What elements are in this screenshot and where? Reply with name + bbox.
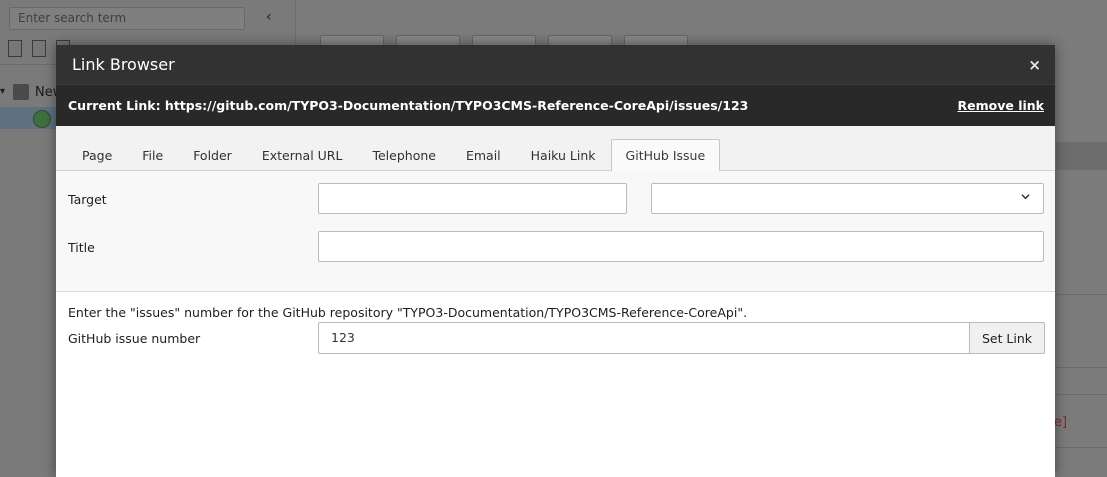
tab-page[interactable]: Page bbox=[67, 139, 127, 170]
github-help-text: Enter the "issues" number for the GitHub… bbox=[68, 305, 748, 320]
github-issue-input[interactable]: 123 bbox=[318, 322, 970, 354]
tab-bar: Page File Folder External URL Telephone … bbox=[56, 126, 1055, 171]
tab-folder[interactable]: Folder bbox=[178, 139, 247, 170]
tab-haiku-link[interactable]: Haiku Link bbox=[516, 139, 611, 170]
modal-title: Link Browser bbox=[72, 55, 175, 74]
remove-link-button[interactable]: Remove link bbox=[958, 98, 1044, 113]
modal-header: Link Browser × bbox=[56, 45, 1055, 84]
divider bbox=[1056, 367, 1107, 368]
tab-email[interactable]: Email bbox=[451, 139, 516, 170]
current-link-bar: Current Link: https://gitub.com/TYPO3-Do… bbox=[56, 84, 1055, 126]
typo3-logo-icon bbox=[13, 84, 29, 100]
tab-list: Page File Folder External URL Telephone … bbox=[67, 139, 721, 171]
globe-icon bbox=[33, 110, 51, 128]
divider bbox=[1056, 394, 1107, 395]
target-label: Target bbox=[68, 192, 107, 207]
title-input[interactable] bbox=[318, 231, 1044, 262]
tab-file[interactable]: File bbox=[127, 139, 178, 170]
close-icon[interactable]: × bbox=[1028, 56, 1041, 74]
tree-search-input[interactable]: Enter search term bbox=[9, 7, 245, 30]
divider bbox=[1056, 294, 1107, 295]
tab-telephone[interactable]: Telephone bbox=[357, 139, 450, 170]
current-link-text: Current Link: https://gitub.com/TYPO3-Do… bbox=[68, 98, 749, 113]
page-icon[interactable] bbox=[32, 40, 46, 57]
divider bbox=[1056, 447, 1107, 448]
github-issue-label: GitHub issue number bbox=[68, 331, 201, 346]
chevron-down-icon bbox=[1021, 194, 1030, 200]
title-label: Title bbox=[68, 240, 95, 255]
link-browser-modal: Link Browser × Current Link: https://git… bbox=[56, 45, 1055, 477]
collapse-icon[interactable]: ‹ bbox=[266, 9, 272, 25]
chevron-down-icon[interactable]: ▾ bbox=[0, 86, 5, 97]
link-attributes-form: Target Title bbox=[56, 171, 1055, 292]
set-link-button[interactable]: Set Link bbox=[969, 322, 1045, 354]
github-issue-section: Enter the "issues" number for the GitHub… bbox=[56, 292, 1055, 477]
target-input[interactable] bbox=[318, 183, 627, 214]
tab-github-issue[interactable]: GitHub Issue bbox=[610, 139, 721, 171]
background-red-text: e] bbox=[1054, 415, 1068, 430]
tab-external-url[interactable]: External URL bbox=[247, 139, 358, 170]
page-icon[interactable] bbox=[8, 40, 22, 57]
target-select[interactable] bbox=[651, 183, 1044, 214]
background-band bbox=[1056, 142, 1107, 170]
